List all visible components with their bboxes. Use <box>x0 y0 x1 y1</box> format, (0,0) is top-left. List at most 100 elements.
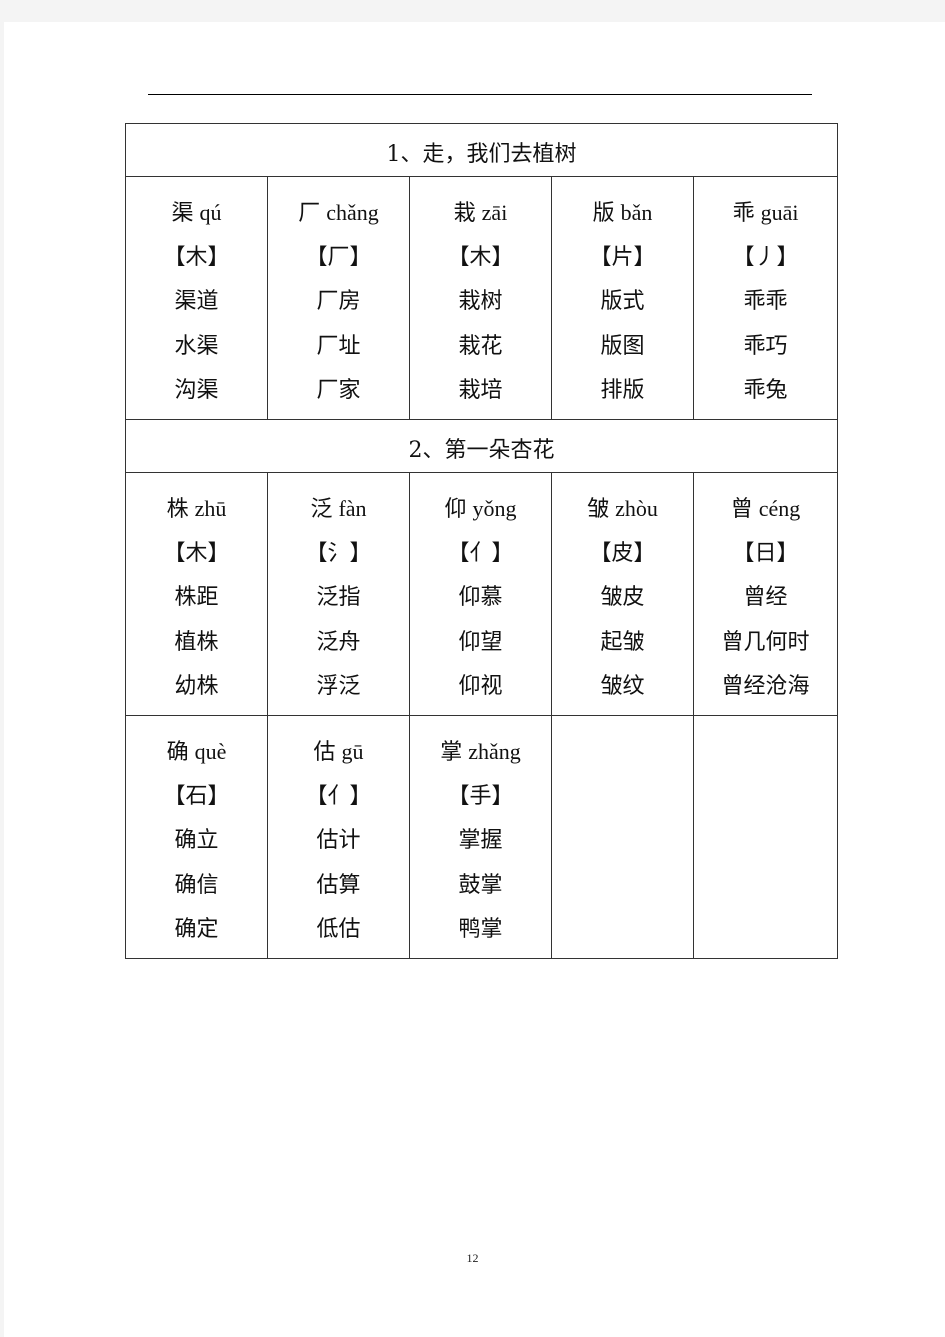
hanzi-character: 曾 <box>730 497 753 522</box>
hanzi-character: 估 <box>313 740 336 765</box>
pinyin: bǎn <box>620 200 653 225</box>
radical: 【氵】 <box>305 540 372 566</box>
example-word: 估算 <box>316 872 361 898</box>
empty-cell <box>551 715 694 959</box>
hanzi-character: 栽 <box>453 201 476 226</box>
example-word: 厂家 <box>316 378 361 403</box>
example-word: 水渠 <box>174 333 219 359</box>
section-header-row: 2、第一朵杏花 <box>124 419 839 473</box>
pinyin: guāi <box>760 200 799 225</box>
example-word: 株距 <box>174 585 219 610</box>
section-title: 1、走，我们去植树 <box>124 123 839 177</box>
hanzi-character: 仰 <box>444 497 467 522</box>
hanzi-character: 乖 <box>732 201 755 226</box>
radical: 【日】 <box>732 540 799 566</box>
vocabulary-table: 1、走，我们去植树渠 qú 【木】 渠道 水渠 沟渠厂 chǎng 【厂】 厂房 厂址 厂家栽 zāi… <box>124 123 839 959</box>
radical: 【木】 <box>163 540 230 566</box>
headword: 仰 yǒng <box>410 487 551 532</box>
character-cell: 确 què 【石】 确立 确信 确定 <box>125 715 268 959</box>
example-word: 确定 <box>174 917 219 942</box>
example-word: 确信 <box>174 872 219 898</box>
headword: 渠 qú <box>126 191 267 236</box>
example-word: 乖兔 <box>743 378 788 403</box>
example-word: 乖乖 <box>743 289 788 314</box>
radical: 【木】 <box>163 244 230 270</box>
radical: 【片】 <box>589 244 656 270</box>
radical: 【亻】 <box>305 783 372 809</box>
section-title: 2、第一朵杏花 <box>124 419 839 473</box>
headword: 株 zhū <box>126 487 267 532</box>
example-word: 仰望 <box>458 629 503 655</box>
pinyin: zhǎng <box>468 739 521 764</box>
headword: 泛 fàn <box>268 487 409 532</box>
character-cell: 株 zhū 【木】株距植株幼株 <box>125 472 268 716</box>
example-word: 排版 <box>600 378 645 403</box>
pinyin: fàn <box>338 496 367 521</box>
hanzi-character: 皱 <box>587 497 610 522</box>
character-cell: 皱 zhòu 【皮】皱皮起皱皱纹 <box>551 472 694 716</box>
pinyin: chǎng <box>326 200 379 225</box>
example-word: 起皱 <box>600 629 645 655</box>
pinyin: yǒng <box>472 496 517 521</box>
headword: 掌 zhǎng <box>410 730 551 775</box>
example-word: 泛舟 <box>316 629 361 655</box>
character-cell: 厂 chǎng 【厂】厂房厂址厂家 <box>267 176 410 420</box>
example-word: 栽培 <box>458 378 503 403</box>
example-word: 皱纹 <box>600 674 645 699</box>
character-cell: 栽 zāi 【木】 栽树 栽花 栽培 <box>409 176 552 420</box>
hanzi-character: 渠 <box>171 201 194 226</box>
example-word: 皱皮 <box>600 585 645 610</box>
page-number: 12 <box>466 1251 479 1265</box>
example-word: 厂房 <box>316 289 361 314</box>
radical: 【亻】 <box>447 540 514 566</box>
example-word: 曾几何时 <box>721 629 810 655</box>
hanzi-character: 株 <box>166 497 189 522</box>
hanzi-character: 泛 <box>310 497 333 522</box>
example-word: 沟渠 <box>174 378 219 403</box>
example-word: 栽花 <box>458 333 503 359</box>
radical: 【木】 <box>447 244 514 270</box>
section-header-row: 1、走，我们去植树 <box>124 123 839 177</box>
example-word: 厂址 <box>316 333 361 359</box>
radical: 【皮】 <box>589 540 656 566</box>
hanzi-character: 掌 <box>440 740 463 765</box>
example-word: 掌握 <box>458 828 503 853</box>
character-cell: 泛 fàn 【氵】 泛指 泛舟 浮泛 <box>267 472 410 716</box>
example-word: 曾经沧海 <box>721 674 810 699</box>
headword: 乖 guāi <box>694 191 837 236</box>
character-cell: 渠 qú 【木】渠道水渠沟渠 <box>125 176 268 420</box>
entry-row: 株 zhū 【木】 株距 植株 幼株 泛 fàn 【氵】 泛指 泛舟 浮泛 仰 yǒng 【亻】 仰慕 仰望 仰视… <box>125 472 839 716</box>
example-word: 植株 <box>174 629 219 655</box>
radical: 【手】 <box>447 783 514 809</box>
example-word: 渠道 <box>174 289 219 314</box>
headword: 曾 céng <box>694 487 837 532</box>
headword: 估 gū <box>268 730 409 775</box>
example-word: 曾经 <box>743 585 788 610</box>
example-word: 乖巧 <box>743 333 788 359</box>
example-word: 仰视 <box>458 674 503 699</box>
example-word: 低估 <box>316 917 361 942</box>
hanzi-character: 版 <box>592 201 615 226</box>
pinyin: zhòu <box>615 496 658 521</box>
example-word: 栽树 <box>458 289 503 314</box>
entry-row: 渠 qú 【木】 渠道 水渠 沟渠 厂 chǎng 【厂】 厂房 厂址 厂家 栽 zāi 【木】 栽树 栽花 栽培… <box>125 176 839 420</box>
pinyin: qú <box>199 200 222 225</box>
headword: 版 bǎn <box>552 191 693 236</box>
hanzi-character: 厂 <box>298 201 321 226</box>
entry-row: 确 què 【石】 确立 确信 确定 估 gū 【亻】 估计 估算 低估 掌 zhǎng 【手】 掌握 鼓掌 鸭掌 <box>125 715 839 959</box>
radical: 【丿】 <box>732 244 799 270</box>
pinyin: zhū <box>194 496 227 521</box>
example-word: 版图 <box>600 333 645 359</box>
character-cell: 版 bǎn 【片】 版式 版图 排版 <box>551 176 694 420</box>
header-rule <box>148 94 812 95</box>
radical: 【石】 <box>163 783 230 809</box>
example-word: 幼株 <box>174 674 219 699</box>
example-word: 确立 <box>174 828 219 853</box>
radical: 【厂】 <box>305 244 372 270</box>
pinyin: céng <box>758 496 801 521</box>
character-cell: 乖 guāi 【丿】乖乖乖巧乖兔 <box>692 176 839 420</box>
example-word: 浮泛 <box>316 674 361 699</box>
character-cell: 仰 yǒng 【亻】 仰慕 仰望 仰视 <box>409 472 552 716</box>
example-word: 估计 <box>316 828 361 853</box>
headword: 厂 chǎng <box>268 191 409 236</box>
